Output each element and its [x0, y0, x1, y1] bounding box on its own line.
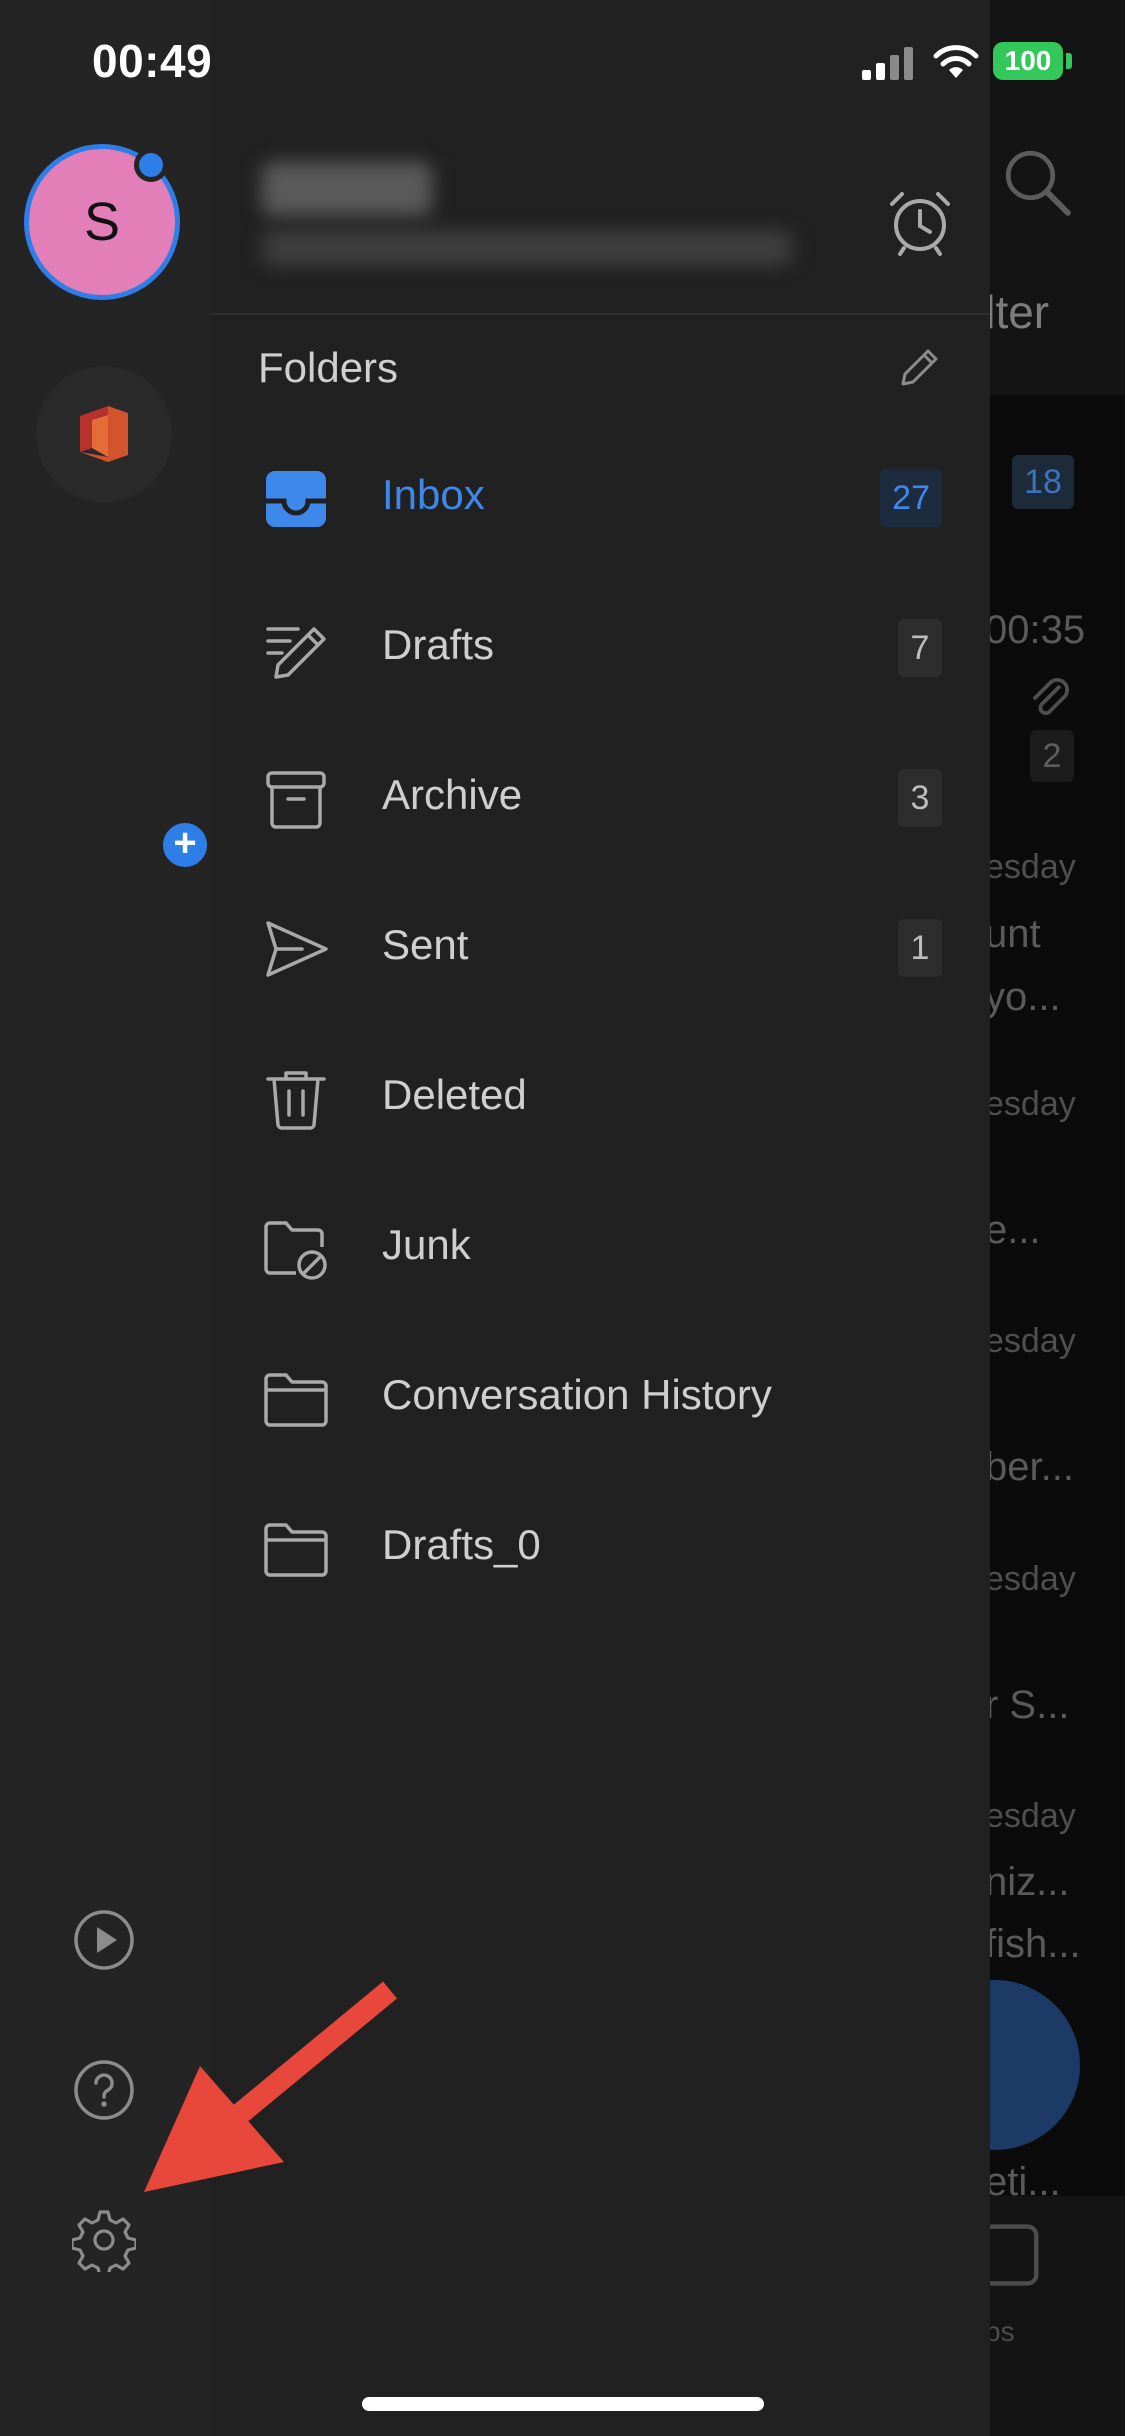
account-email-redacted	[262, 230, 792, 266]
settings-gear-icon[interactable]	[72, 2208, 136, 2272]
folder-label: Sent	[382, 921, 469, 968]
folder-label: Drafts	[382, 621, 495, 668]
folder-item-sent[interactable]: Sent 1	[210, 873, 990, 1023]
folder-item-drafts-0[interactable]: Drafts_0	[210, 1473, 990, 1623]
office-logo-icon	[80, 406, 128, 462]
folder-item-conversation-history[interactable]: Conversation History	[210, 1323, 990, 1473]
message-snippet: unt	[985, 912, 1041, 956]
message-snippet: r S...	[985, 1683, 1070, 1727]
folder-label: Drafts_0	[382, 1521, 541, 1568]
sent-icon	[266, 921, 328, 977]
count-badge: 1	[898, 919, 942, 977]
home-indicator	[362, 2397, 764, 2411]
add-office-account-button[interactable]: +	[36, 366, 212, 872]
message-snippet: ber...	[985, 1445, 1074, 1489]
archive-icon	[266, 771, 326, 829]
edit-pencil-icon[interactable]	[894, 343, 944, 393]
folder-icon	[264, 1523, 328, 1577]
status-time: 00:49	[92, 35, 213, 87]
message-snippet: e...	[985, 1208, 1041, 1252]
junk-folder-icon	[264, 1221, 327, 1280]
notification-dot	[134, 148, 168, 182]
message-snippet: esday	[985, 1797, 1076, 1835]
attachment-icon	[1033, 678, 1070, 716]
wifi-icon	[933, 45, 979, 78]
folders-section-title: Folders	[258, 344, 399, 391]
attachment-count: 2	[1030, 730, 1074, 782]
count-badge: 7	[898, 619, 942, 677]
folder-item-junk[interactable]: Junk	[210, 1173, 990, 1323]
add-icon: +	[158, 818, 212, 872]
cellular-signal-icon	[862, 47, 913, 80]
count-badge: 3	[898, 769, 942, 827]
help-icon[interactable]	[72, 2058, 136, 2122]
message-snippet: esday	[985, 848, 1076, 886]
message-snippet: yo...	[985, 975, 1061, 1019]
folder-item-deleted[interactable]: Deleted	[210, 1023, 990, 1173]
folder-item-inbox[interactable]: Inbox 27	[210, 423, 990, 573]
message-snippet: esday	[985, 1322, 1076, 1360]
folder-icon	[264, 1373, 328, 1427]
search-icon	[1005, 150, 1071, 216]
message-snippet: fish...	[985, 1922, 1081, 1966]
alarm-clock-icon[interactable]	[884, 186, 956, 258]
message-snippet: esday	[985, 1085, 1076, 1123]
divider	[210, 313, 990, 315]
battery-tip	[1066, 53, 1072, 69]
folder-label: Inbox	[382, 471, 485, 518]
unread-count-badge: 27	[880, 469, 942, 527]
folder-label: Archive	[382, 771, 523, 818]
folder-item-drafts[interactable]: Drafts 7	[210, 573, 990, 723]
battery-level: 100	[993, 42, 1063, 80]
folder-item-archive[interactable]: Archive 3	[210, 723, 990, 873]
folder-label: Conversation History	[382, 1371, 772, 1418]
message-snippet: esday	[985, 1560, 1076, 1598]
folder-label: Junk	[382, 1221, 471, 1268]
account-rail: S +	[0, 0, 212, 2436]
trash-icon	[266, 1071, 326, 1130]
folder-label: Deleted	[382, 1071, 527, 1118]
inbox-icon	[266, 471, 326, 527]
message-time: 00:35	[985, 608, 1086, 652]
message-snippet: niz...	[985, 1860, 1070, 1904]
inbox-unread-count: 18	[1012, 455, 1074, 509]
play-icon[interactable]	[72, 1908, 136, 1972]
drafts-icon	[266, 627, 326, 679]
account-name-redacted	[262, 162, 432, 216]
